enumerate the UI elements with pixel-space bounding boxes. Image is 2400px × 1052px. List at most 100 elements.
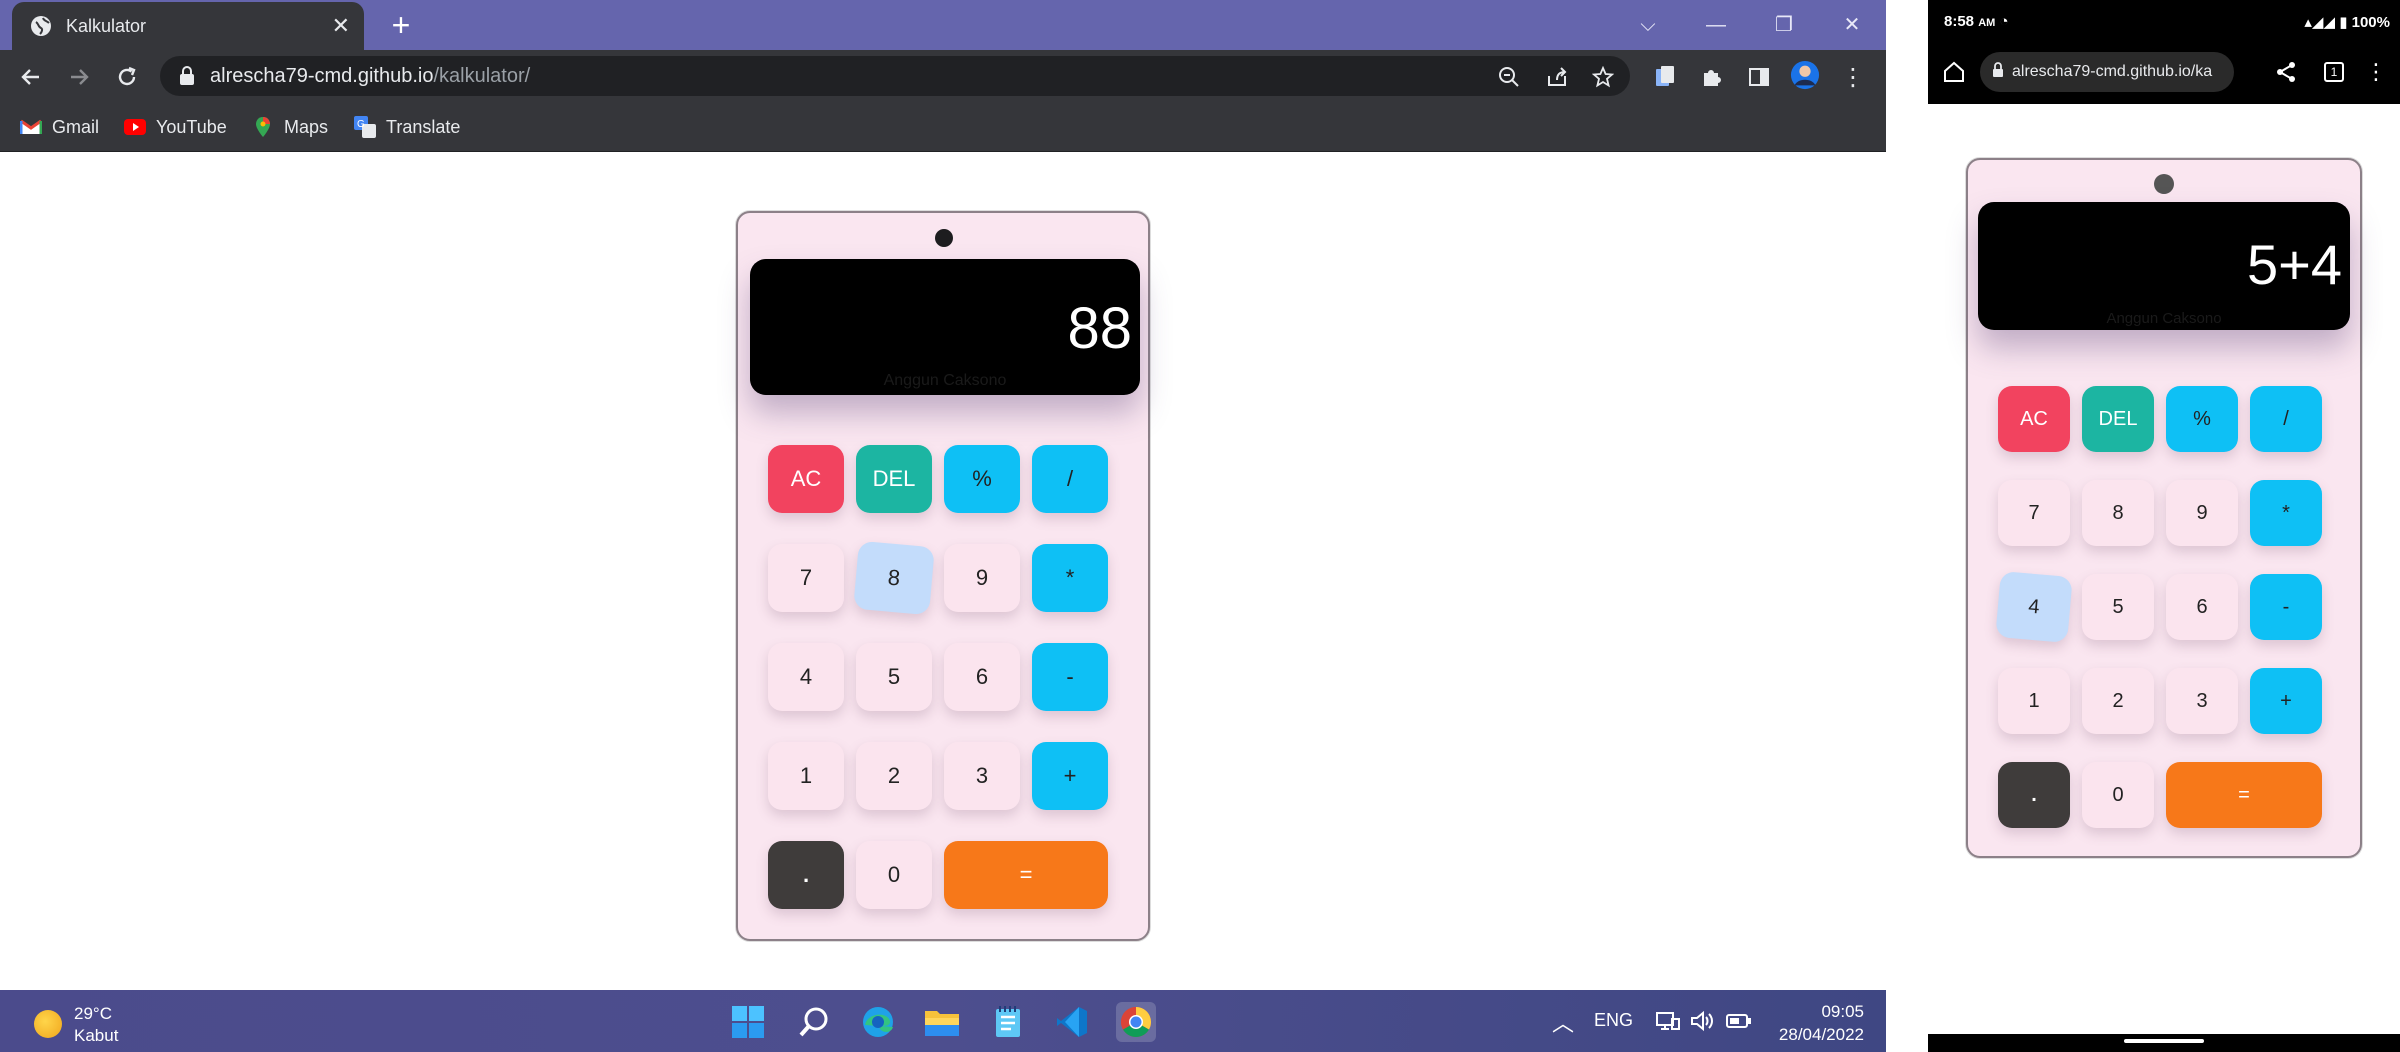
windows-taskbar: 29°C Kabut ︿ ENG 09:05 28/04/2022 bbox=[0, 990, 1886, 1052]
edge-icon[interactable] bbox=[858, 1002, 898, 1042]
battery-icon[interactable] bbox=[1726, 1010, 1752, 1037]
notepad-icon[interactable] bbox=[988, 1002, 1028, 1042]
key-digit-6-button[interactable]: 6 bbox=[2166, 574, 2238, 640]
key-equals-button[interactable]: = bbox=[944, 841, 1108, 909]
gmail-icon bbox=[20, 116, 42, 138]
key-delete-button[interactable]: DEL bbox=[2082, 386, 2154, 452]
weather-temperature[interactable]: 29°C bbox=[74, 1004, 112, 1024]
key-subtract-button[interactable]: - bbox=[1032, 643, 1108, 711]
mobile-url: alrescha79-cmd.github.io/ka bbox=[2012, 63, 2213, 80]
mobile-address-bar[interactable]: alrescha79-cmd.github.io/ka bbox=[1980, 52, 2234, 92]
key-digit-1-button[interactable]: 1 bbox=[1998, 668, 2070, 734]
close-tab-icon[interactable]: ✕ bbox=[332, 13, 350, 39]
key-clear-button[interactable]: AC bbox=[1998, 386, 2070, 452]
key-add-button[interactable]: + bbox=[1032, 742, 1108, 810]
chrome-icon[interactable] bbox=[1116, 1002, 1156, 1042]
reading-list-icon[interactable] bbox=[1650, 62, 1680, 92]
key-add-button[interactable]: + bbox=[2250, 668, 2322, 734]
signal-icon: ▴◢◢ bbox=[2304, 14, 2336, 31]
share-icon[interactable] bbox=[2272, 58, 2300, 86]
bookmark-youtube[interactable]: YouTube bbox=[124, 114, 227, 140]
weather-description[interactable]: Kabut bbox=[74, 1026, 118, 1046]
search-icon[interactable] bbox=[794, 1002, 834, 1042]
key-digit-3-button[interactable]: 3 bbox=[2166, 668, 2238, 734]
menu-kebab-icon[interactable]: ⋮ bbox=[1838, 62, 1868, 92]
key-subtract-button[interactable]: - bbox=[2250, 574, 2322, 640]
extensions-puzzle-icon[interactable] bbox=[1697, 62, 1727, 92]
calculator-display: 5+4 Anggun Caksono bbox=[1978, 202, 2350, 330]
lock-icon[interactable] bbox=[176, 65, 198, 87]
key-percent-button[interactable]: % bbox=[944, 445, 1020, 513]
windows-start-icon[interactable] bbox=[728, 1002, 768, 1042]
battery-percent: 100% bbox=[2351, 14, 2390, 31]
bookmark-maps[interactable]: Maps bbox=[252, 114, 328, 140]
profile-avatar[interactable] bbox=[1790, 60, 1820, 90]
menu-kebab-icon[interactable]: ⋮ bbox=[2362, 58, 2390, 86]
key-digit-0-button[interactable]: 0 bbox=[856, 841, 932, 909]
key-digit-6-button[interactable]: 6 bbox=[944, 643, 1020, 711]
vscode-icon[interactable] bbox=[1052, 1002, 1092, 1042]
home-indicator[interactable] bbox=[2124, 1039, 2204, 1043]
network-icon[interactable] bbox=[1656, 1010, 1680, 1037]
key-digit-5-button[interactable]: 5 bbox=[856, 643, 932, 711]
home-icon[interactable] bbox=[1940, 58, 1968, 86]
key-digit-4-button[interactable]: 4 bbox=[1995, 570, 2073, 644]
clock-date[interactable]: 28/04/2022 bbox=[1779, 1025, 1864, 1045]
key-digit-7-button[interactable]: 7 bbox=[1998, 480, 2070, 546]
key-multiply-button[interactable]: * bbox=[2250, 480, 2322, 546]
key-multiply-button[interactable]: * bbox=[1032, 544, 1108, 612]
reload-icon[interactable] bbox=[110, 60, 144, 94]
key-decimal-button[interactable]: . bbox=[768, 841, 844, 909]
bookmark-star-icon[interactable] bbox=[1590, 64, 1616, 90]
file-explorer-icon[interactable] bbox=[922, 1002, 962, 1042]
key-digit-9-button[interactable]: 9 bbox=[2166, 480, 2238, 546]
weather-sun-icon[interactable] bbox=[34, 1010, 62, 1038]
forward-arrow-icon[interactable] bbox=[62, 60, 96, 94]
address-bar[interactable]: alrescha79-cmd.github.io/kalkulator/ bbox=[160, 56, 1630, 96]
tab-kalkulator[interactable]: Kalkulator ✕ bbox=[12, 2, 364, 50]
key-digit-2-button[interactable]: 2 bbox=[856, 742, 932, 810]
clock-time[interactable]: 09:05 bbox=[1821, 1002, 1864, 1022]
zoom-icon[interactable] bbox=[1496, 64, 1522, 90]
url-host: alrescha79-cmd.github.io bbox=[210, 64, 434, 87]
volume-icon[interactable] bbox=[1690, 1010, 1714, 1037]
minimize-button[interactable]: — bbox=[1696, 6, 1736, 44]
key-digit-1-button[interactable]: 1 bbox=[768, 742, 844, 810]
key-divide-button[interactable]: / bbox=[1032, 445, 1108, 513]
side-panel-icon[interactable] bbox=[1744, 62, 1774, 92]
calculator-display: 88 Anggun Caksono bbox=[750, 259, 1140, 395]
key-digit-5-button[interactable]: 5 bbox=[2082, 574, 2154, 640]
key-digit-2-button[interactable]: 2 bbox=[2082, 668, 2154, 734]
bookmark-label: YouTube bbox=[156, 116, 227, 137]
share-icon[interactable] bbox=[1544, 64, 1570, 90]
key-digit-9-button[interactable]: 9 bbox=[944, 544, 1020, 612]
bookmarks-bar: Gmail YouTube Maps G Translate bbox=[0, 102, 1886, 152]
key-digit-3-button[interactable]: 3 bbox=[944, 742, 1020, 810]
bookmark-translate[interactable]: G Translate bbox=[354, 114, 460, 140]
restore-button[interactable]: ❐ bbox=[1764, 6, 1804, 44]
key-divide-button[interactable]: / bbox=[2250, 386, 2322, 452]
tab-search-icon[interactable]: ⌵ bbox=[1628, 6, 1668, 44]
key-digit-7-button[interactable]: 7 bbox=[768, 544, 844, 612]
key-clear-button[interactable]: AC bbox=[768, 445, 844, 513]
tab-switcher-button[interactable]: 1 bbox=[2320, 58, 2348, 86]
lock-icon[interactable] bbox=[1992, 61, 2004, 83]
language-indicator[interactable]: ENG bbox=[1594, 1010, 1633, 1031]
key-digit-4-button[interactable]: 4 bbox=[768, 643, 844, 711]
bookmark-gmail[interactable]: Gmail bbox=[20, 114, 99, 140]
key-percent-button[interactable]: % bbox=[2166, 386, 2238, 452]
new-tab-button[interactable]: + bbox=[384, 8, 418, 42]
key-digit-8-button[interactable]: 8 bbox=[2082, 480, 2154, 546]
key-equals-button[interactable]: = bbox=[2166, 762, 2322, 828]
close-window-button[interactable]: ✕ bbox=[1832, 6, 1872, 44]
tray-chevron-up-icon[interactable]: ︿ bbox=[1552, 1006, 1574, 1038]
bookmark-label: Translate bbox=[386, 116, 461, 137]
back-arrow-icon[interactable] bbox=[14, 60, 48, 94]
mobile-screen: 8:58 AM ◔ ▴◢◢ ▮ 100% alrescha79-cmd.gith… bbox=[1928, 0, 2400, 1052]
key-decimal-button[interactable]: . bbox=[1998, 762, 2070, 828]
maps-pin-icon bbox=[252, 116, 274, 138]
key-delete-button[interactable]: DEL bbox=[856, 445, 932, 513]
key-digit-0-button[interactable]: 0 bbox=[2082, 762, 2154, 828]
key-digit-8-button[interactable]: 8 bbox=[853, 540, 935, 616]
desktop-screen: Kalkulator ✕ + ⌵ — ❐ ✕ alrescha79-cmd.gi… bbox=[0, 0, 1886, 1052]
